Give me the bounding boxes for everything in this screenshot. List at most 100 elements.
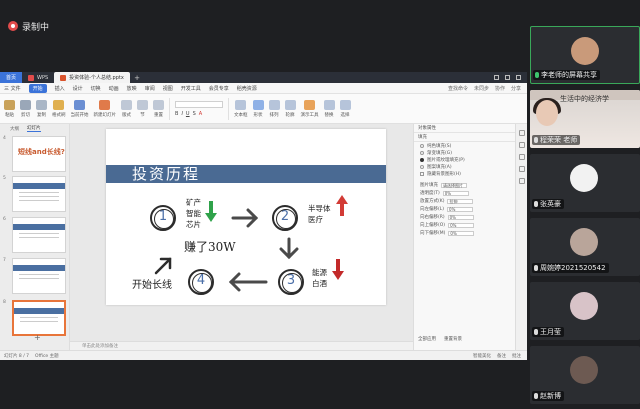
- smart-beautify-button[interactable]: 智能美化: [473, 353, 491, 359]
- tab-home[interactable]: 首页: [0, 72, 22, 83]
- tab-document[interactable]: 投资体验-个人总结.pptx: [54, 72, 131, 83]
- field-input[interactable]: 0%: [442, 190, 469, 196]
- reset-button[interactable]: 重置: [153, 99, 164, 118]
- participant-name: 程荣荣 老师: [540, 136, 578, 144]
- slide-thumbnail[interactable]: [12, 176, 66, 212]
- new-tab-button[interactable]: +: [130, 74, 144, 82]
- menu-item-review[interactable]: 审阅: [145, 85, 155, 92]
- close-icon[interactable]: [516, 75, 521, 80]
- ribbon-divider: [169, 97, 170, 120]
- copy-button[interactable]: 复制: [36, 99, 47, 118]
- hide-background-checkbox[interactable]: 隐藏背景图形(H): [414, 170, 515, 177]
- menu-item-view[interactable]: 视图: [163, 85, 173, 92]
- avatar: [571, 37, 599, 65]
- add-slide-button[interactable]: +: [34, 333, 41, 342]
- slide[interactable]: 投资历程 1 矿产 智能 芯片 2 半导体 医疗 3 能源 白酒 4 开始长线 …: [106, 129, 386, 305]
- menu-item-animation[interactable]: 动画: [109, 85, 119, 92]
- fill-option[interactable]: 渐变填充(G): [414, 149, 515, 156]
- theme-name: Office 主题: [35, 353, 59, 359]
- new-slide-button[interactable]: 新建幻灯片: [94, 99, 116, 118]
- textbox-label: 文本框: [234, 112, 248, 118]
- field-input[interactable]: 0%: [447, 214, 474, 220]
- notes-bar[interactable]: 单击此处添加备注: [70, 341, 413, 350]
- select-button[interactable]: 选择: [339, 99, 351, 118]
- participant-card[interactable]: 王月莹: [530, 282, 640, 340]
- tab-wps[interactable]: WPS: [22, 72, 54, 83]
- slide-thumbnail[interactable]: [12, 217, 66, 253]
- play-from-current-button[interactable]: 当前开始: [71, 99, 89, 118]
- layout-button[interactable]: 版式: [121, 99, 132, 118]
- menu-item-file[interactable]: 三 文件: [4, 85, 21, 92]
- menu-item-transition[interactable]: 切换: [91, 85, 101, 92]
- fill-option[interactable]: 图案填充(A): [414, 163, 515, 170]
- menu-item-design[interactable]: 设计: [73, 85, 83, 92]
- bold-button[interactable]: B: [175, 111, 178, 117]
- settings-icon[interactable]: [518, 178, 525, 184]
- underline-button[interactable]: U: [186, 111, 190, 117]
- minimize-icon[interactable]: [494, 75, 499, 80]
- slide-thumbnail[interactable]: [12, 258, 66, 294]
- participant-card[interactable]: 张英豪: [530, 154, 640, 212]
- presentation-tools-button[interactable]: 演示工具: [301, 99, 319, 118]
- field-input[interactable]: 拉伸: [447, 198, 474, 204]
- sync-status[interactable]: 未同步: [474, 85, 489, 92]
- fill-option-label: 纯色填充(S): [427, 143, 452, 149]
- italic-button[interactable]: I: [181, 111, 182, 117]
- fill-option[interactable]: 纯色填充(S): [414, 142, 515, 149]
- menu-item-start[interactable]: 开始: [28, 83, 47, 93]
- strikethrough-button[interactable]: S: [193, 111, 196, 117]
- slide-number: 5: [3, 176, 6, 181]
- arrange-button[interactable]: 排列: [268, 99, 280, 118]
- outline-button[interactable]: 轮廓: [284, 99, 296, 118]
- textbox-button[interactable]: 文本框: [234, 99, 248, 118]
- participant-card[interactable]: 李老师的屏幕共享: [530, 26, 640, 84]
- slide-thumbnail[interactable]: 短线and长线?: [12, 136, 66, 172]
- field-input[interactable]: 0%: [448, 222, 475, 228]
- tab-slides[interactable]: 幻灯片: [27, 125, 41, 132]
- cut-button[interactable]: 剪切: [20, 99, 31, 118]
- fill-option-selected[interactable]: 图片或纹理填充(P): [414, 156, 515, 163]
- participant-card[interactable]: 周婉婷2021520542: [530, 218, 640, 276]
- participant-name: 李老师的屏幕共享: [541, 71, 597, 79]
- apply-all-button[interactable]: 全部应用: [418, 336, 436, 342]
- comments-toggle[interactable]: 批注: [512, 353, 521, 359]
- participant-card[interactable]: 赵新博: [530, 346, 640, 404]
- paste-button[interactable]: 粘贴: [4, 99, 15, 118]
- font-family-select[interactable]: [175, 100, 223, 108]
- menu-item-resources[interactable]: 稻壳资源: [237, 85, 257, 92]
- menu-item-slideshow[interactable]: 放映: [127, 85, 137, 92]
- thumb-line: [19, 196, 59, 197]
- menu-item-insert[interactable]: 插入: [55, 85, 65, 92]
- section-button[interactable]: 节: [137, 99, 148, 118]
- select-label: 选择: [340, 112, 350, 118]
- share-button[interactable]: 分享: [511, 85, 521, 92]
- thumbnail-tabs: 大纲 幻灯片: [0, 124, 69, 133]
- format-painter-label: 格式刷: [52, 112, 66, 118]
- recording-indicator[interactable]: 录制中: [8, 18, 49, 34]
- property-icon[interactable]: [518, 130, 525, 136]
- field-input[interactable]: 请选择图片: [441, 182, 467, 188]
- microphone-icon: [535, 72, 539, 78]
- font-color-button[interactable]: A: [199, 111, 202, 117]
- transition-icon[interactable]: [518, 166, 525, 172]
- panel-section[interactable]: 填充: [414, 133, 515, 142]
- thumb-line: [20, 321, 58, 322]
- replace-button[interactable]: 替换: [323, 99, 335, 118]
- search-command[interactable]: 查找命令: [448, 85, 468, 92]
- reset-background-button[interactable]: 重置背景: [444, 336, 462, 342]
- thumb-line: [19, 274, 59, 275]
- field-input[interactable]: 0%: [448, 230, 475, 236]
- field-input[interactable]: 0%: [447, 206, 474, 212]
- notes-toggle[interactable]: 备注: [497, 353, 506, 359]
- tab-outline[interactable]: 大纲: [10, 126, 19, 132]
- maximize-icon[interactable]: [505, 75, 510, 80]
- slide-thumbnail-selected[interactable]: [12, 300, 66, 336]
- animation-icon[interactable]: [518, 154, 525, 160]
- menu-item-member[interactable]: 会员专享: [209, 85, 229, 92]
- style-icon[interactable]: [518, 142, 525, 148]
- shape-button[interactable]: 形状: [252, 99, 264, 118]
- format-painter-button[interactable]: 格式刷: [52, 99, 66, 118]
- menu-item-devtools[interactable]: 开发工具: [181, 85, 201, 92]
- participant-card[interactable]: 生活中的经济学 程荣荣 老师: [530, 90, 640, 148]
- collaborate-button[interactable]: 协作: [495, 85, 505, 92]
